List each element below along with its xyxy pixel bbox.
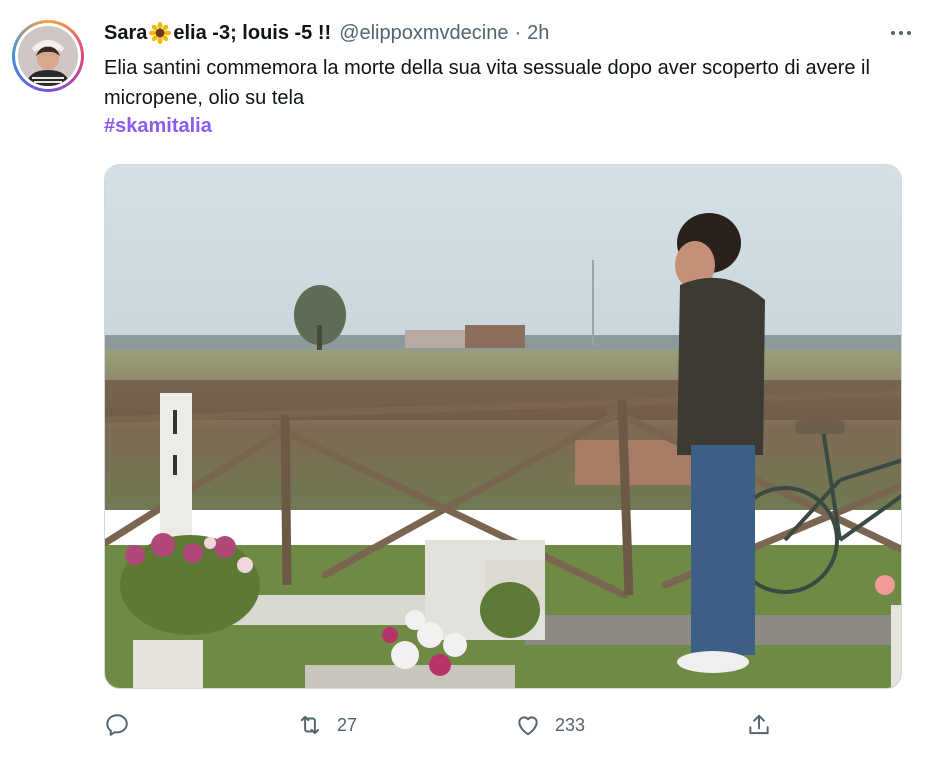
like-button[interactable]: 233	[515, 708, 585, 742]
tweet-header: Sara elia -3; louis -5 !! @elippoxmvdeci…	[104, 20, 898, 46]
more-icon-dot	[907, 31, 911, 35]
avatar-image	[18, 26, 78, 86]
avatar-frame	[15, 23, 81, 89]
display-name-suffix[interactable]: elia -3; louis -5 !!	[173, 22, 331, 45]
heart-icon	[518, 716, 538, 736]
hashtag-link[interactable]: #skamitalia	[104, 115, 212, 138]
reply-button[interactable]	[104, 708, 144, 742]
reply-icon	[106, 714, 128, 736]
share-button[interactable]	[746, 708, 772, 742]
more-icon	[891, 31, 895, 35]
tweet[interactable]: Sara elia -3; louis -5 !! @elippoxmvdeci…	[0, 0, 938, 768]
user-handle[interactable]: @elippoxmvdecine	[339, 22, 508, 45]
separator-dot: ·	[514, 21, 522, 44]
retweet-button[interactable]: 27	[297, 708, 357, 742]
more-options-button[interactable]	[886, 22, 916, 44]
timestamp[interactable]: 2h	[527, 22, 549, 45]
more-icon-dot	[899, 31, 903, 35]
tweet-media-photo[interactable]	[104, 164, 902, 689]
retweet-count: 27	[337, 714, 358, 735]
share-icon	[749, 714, 769, 735]
photo-scene	[105, 165, 901, 688]
retweet-icon	[300, 715, 320, 735]
avatar[interactable]	[12, 20, 84, 92]
tweet-text: Elia santini commemora la morte della su…	[104, 57, 870, 109]
tweet-actions: 27 233	[104, 708, 804, 742]
display-name[interactable]: Sara	[104, 22, 147, 45]
like-count: 233	[555, 714, 586, 735]
sunflower-icon	[149, 22, 172, 44]
